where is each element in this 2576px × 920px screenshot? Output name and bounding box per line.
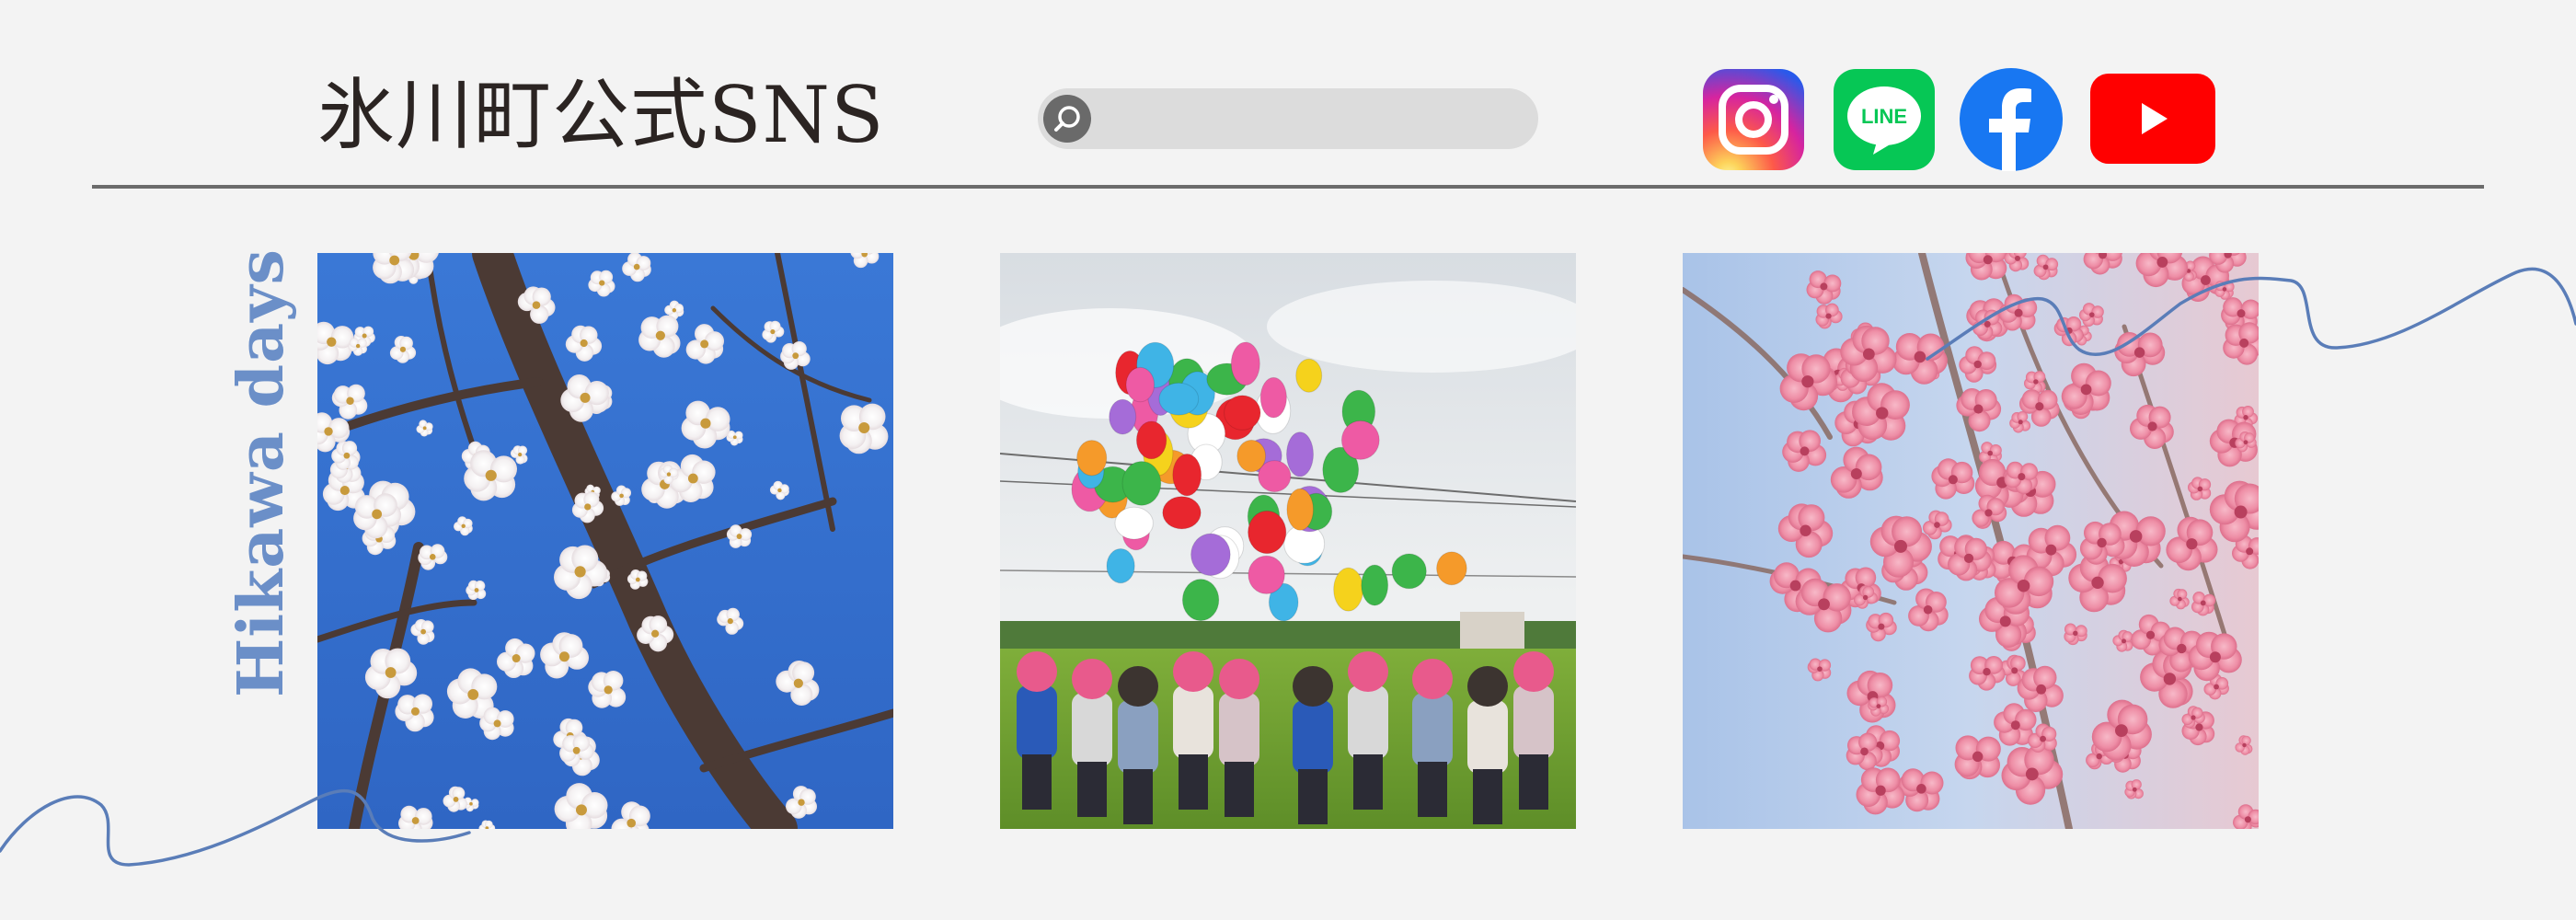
line-icon: LINE [1834,69,1935,170]
photo-white-plum-blossoms[interactable] [317,253,893,829]
search-input[interactable] [1038,88,1538,149]
header-divider [92,185,2484,189]
white-plum-image [317,253,893,829]
search-icon[interactable] [1042,94,1092,144]
balloon-image [1000,253,1576,829]
section-title-text: Hikawa days [224,248,298,697]
youtube-link[interactable] [2090,74,2215,166]
facebook-link[interactable] [1960,68,2063,171]
line-link[interactable]: LINE [1833,68,1936,171]
page-title: 氷川町公式SNS [317,70,885,160]
line-icon-label: LINE [1861,105,1907,128]
youtube-icon [2090,74,2215,164]
instagram-link[interactable] [1702,68,1805,171]
photo-balloon-release[interactable] [1000,253,1576,829]
section-title: Hikawa days [224,248,298,697]
photo-pink-plum-blossoms[interactable] [1683,253,2259,829]
pink-plum-image [1683,253,2259,829]
facebook-icon [1960,68,2063,171]
instagram-icon [1703,69,1804,170]
